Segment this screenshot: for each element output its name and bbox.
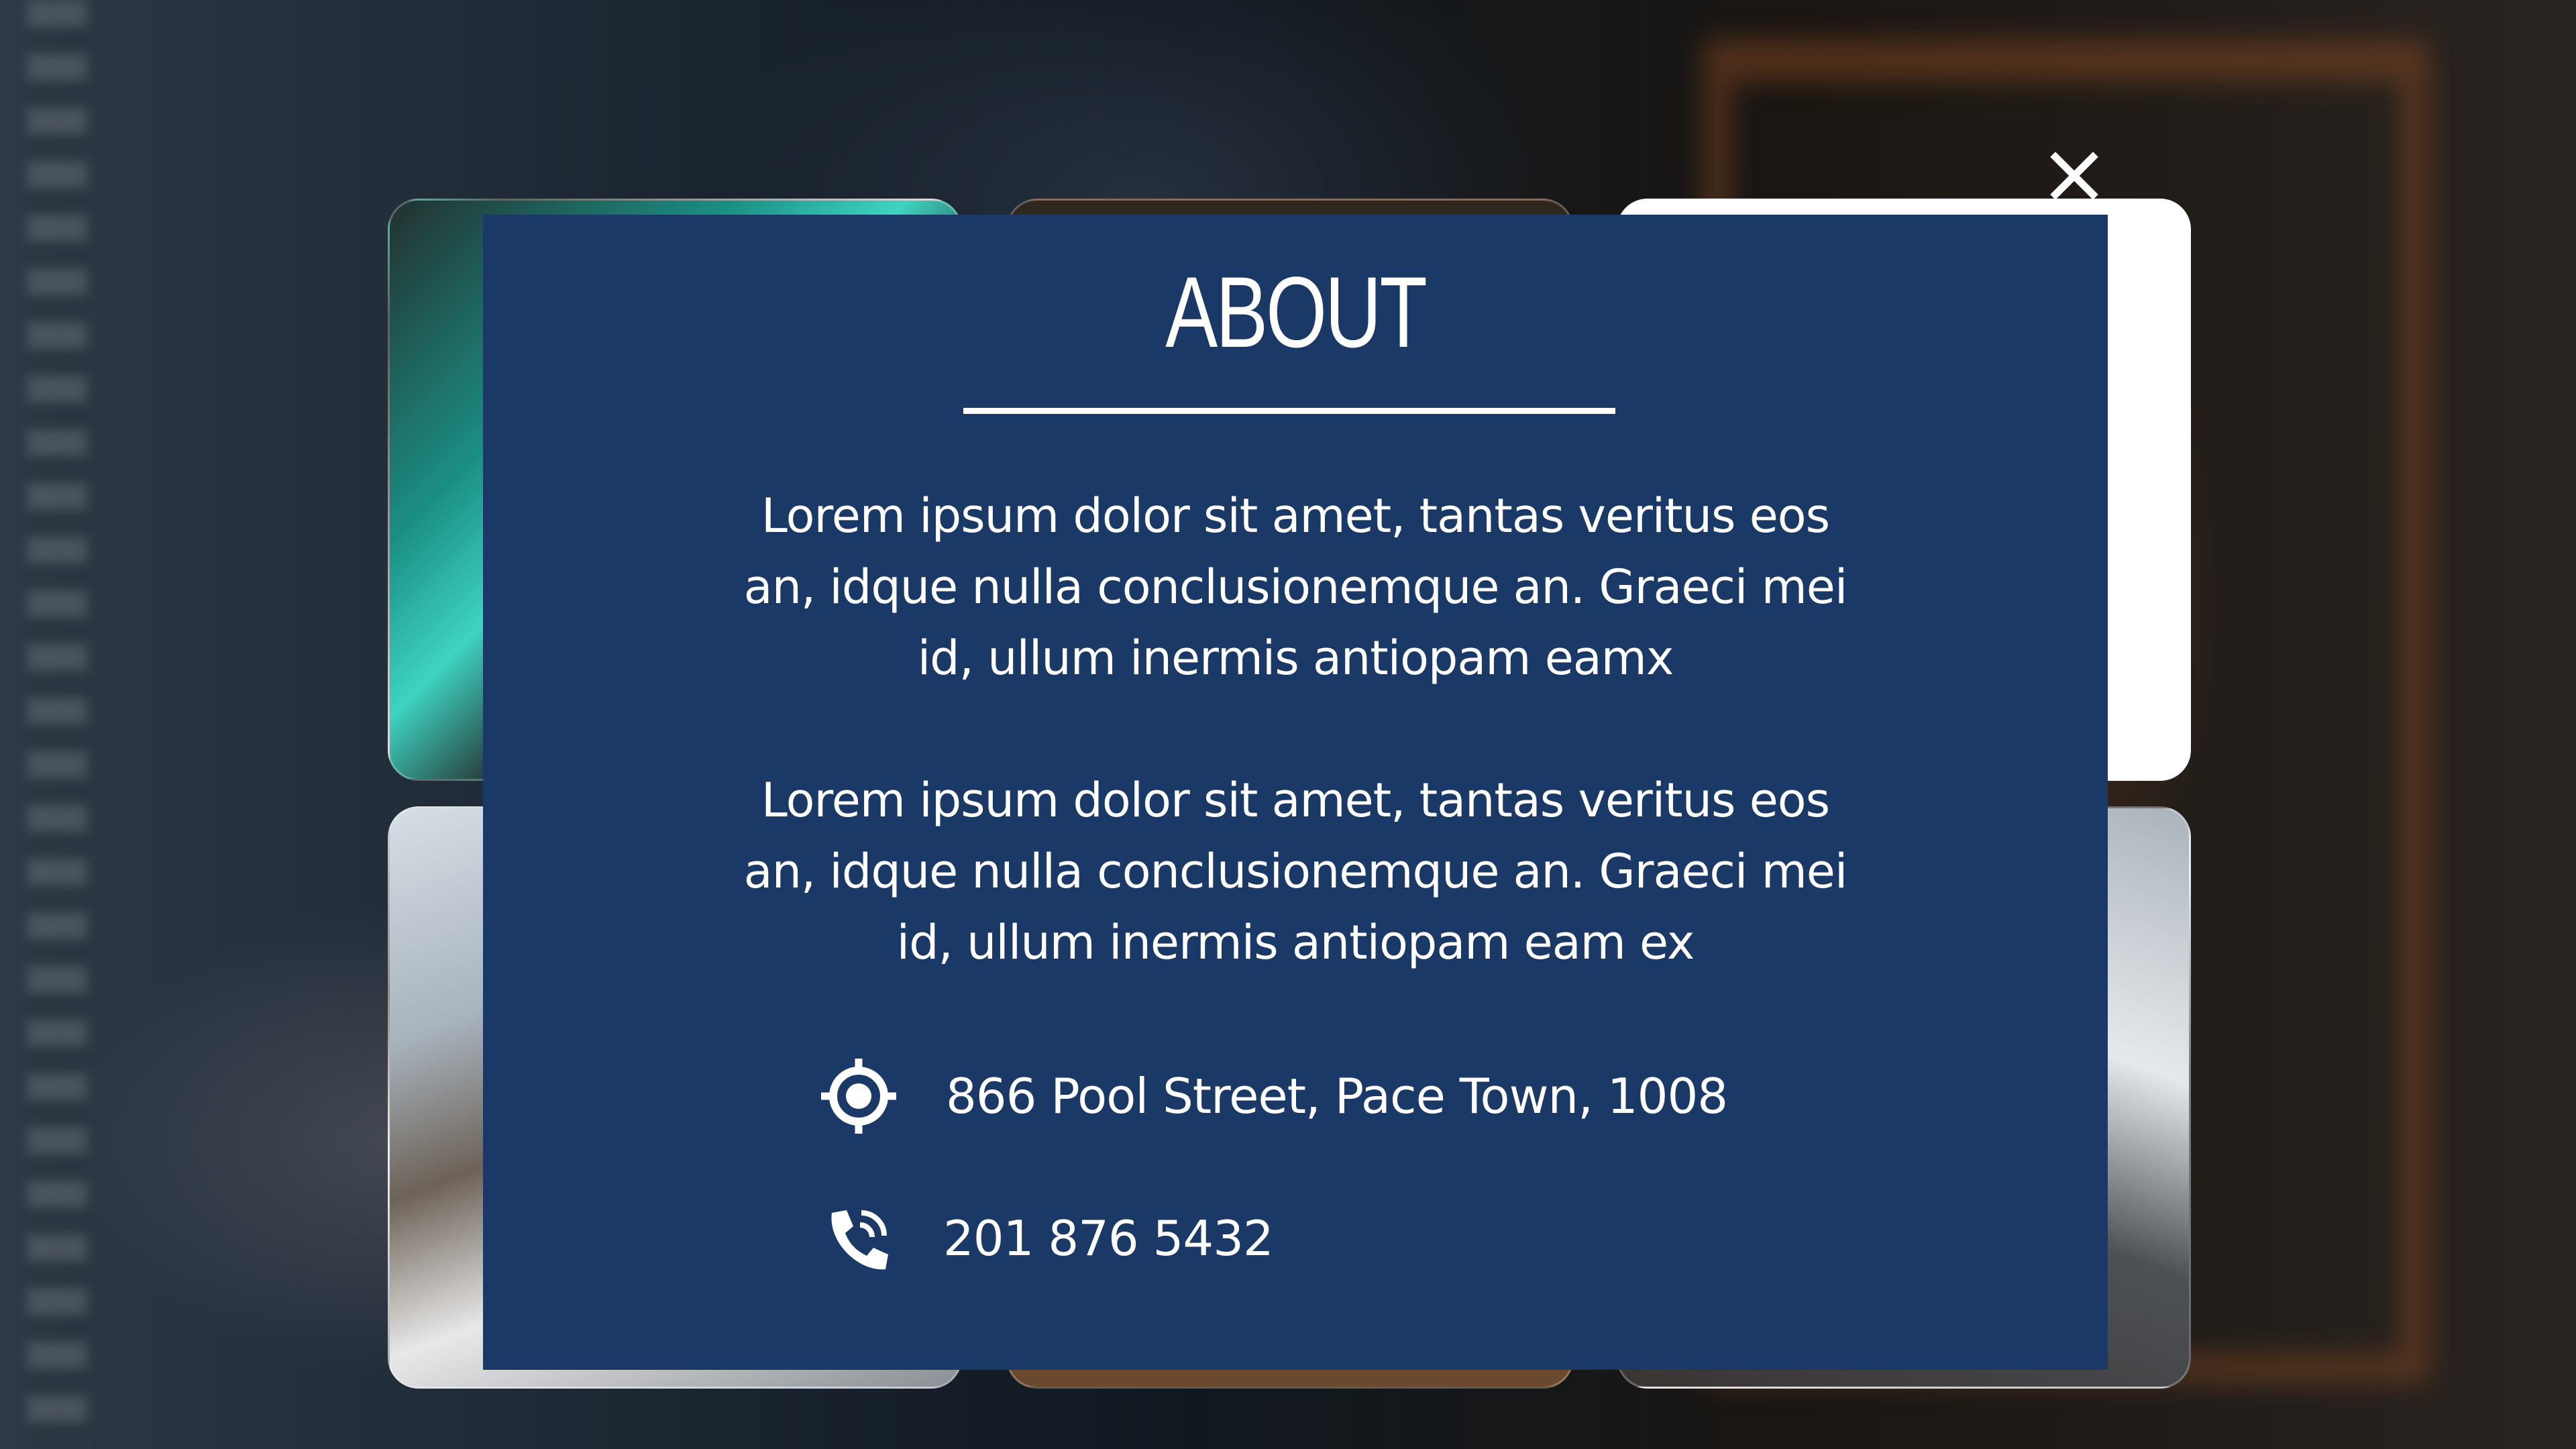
close-icon bbox=[2050, 152, 2098, 200]
phone-row: 201 876 5432 bbox=[818, 1198, 1274, 1279]
about-modal: ABOUT Lorem ipsum dolor sit amet, tantas… bbox=[483, 215, 2108, 1370]
address-text: 866 Pool Street, Pace Town, 1008 bbox=[946, 1068, 1728, 1124]
background-wall bbox=[27, 0, 87, 1449]
close-button[interactable] bbox=[2046, 148, 2102, 204]
location-target-icon bbox=[818, 1056, 899, 1136]
address-row: 866 Pool Street, Pace Town, 1008 bbox=[818, 1056, 1728, 1136]
about-paragraph-1: Lorem ipsum dolor sit amet, tantas verit… bbox=[743, 488, 1848, 686]
title-divider bbox=[963, 408, 1615, 414]
phone-call-icon bbox=[818, 1198, 899, 1279]
about-paragraph-2: Lorem ipsum dolor sit amet, tantas verit… bbox=[743, 773, 1848, 970]
phone-text: 201 876 5432 bbox=[943, 1210, 1274, 1267]
modal-title: ABOUT bbox=[1165, 256, 1428, 368]
